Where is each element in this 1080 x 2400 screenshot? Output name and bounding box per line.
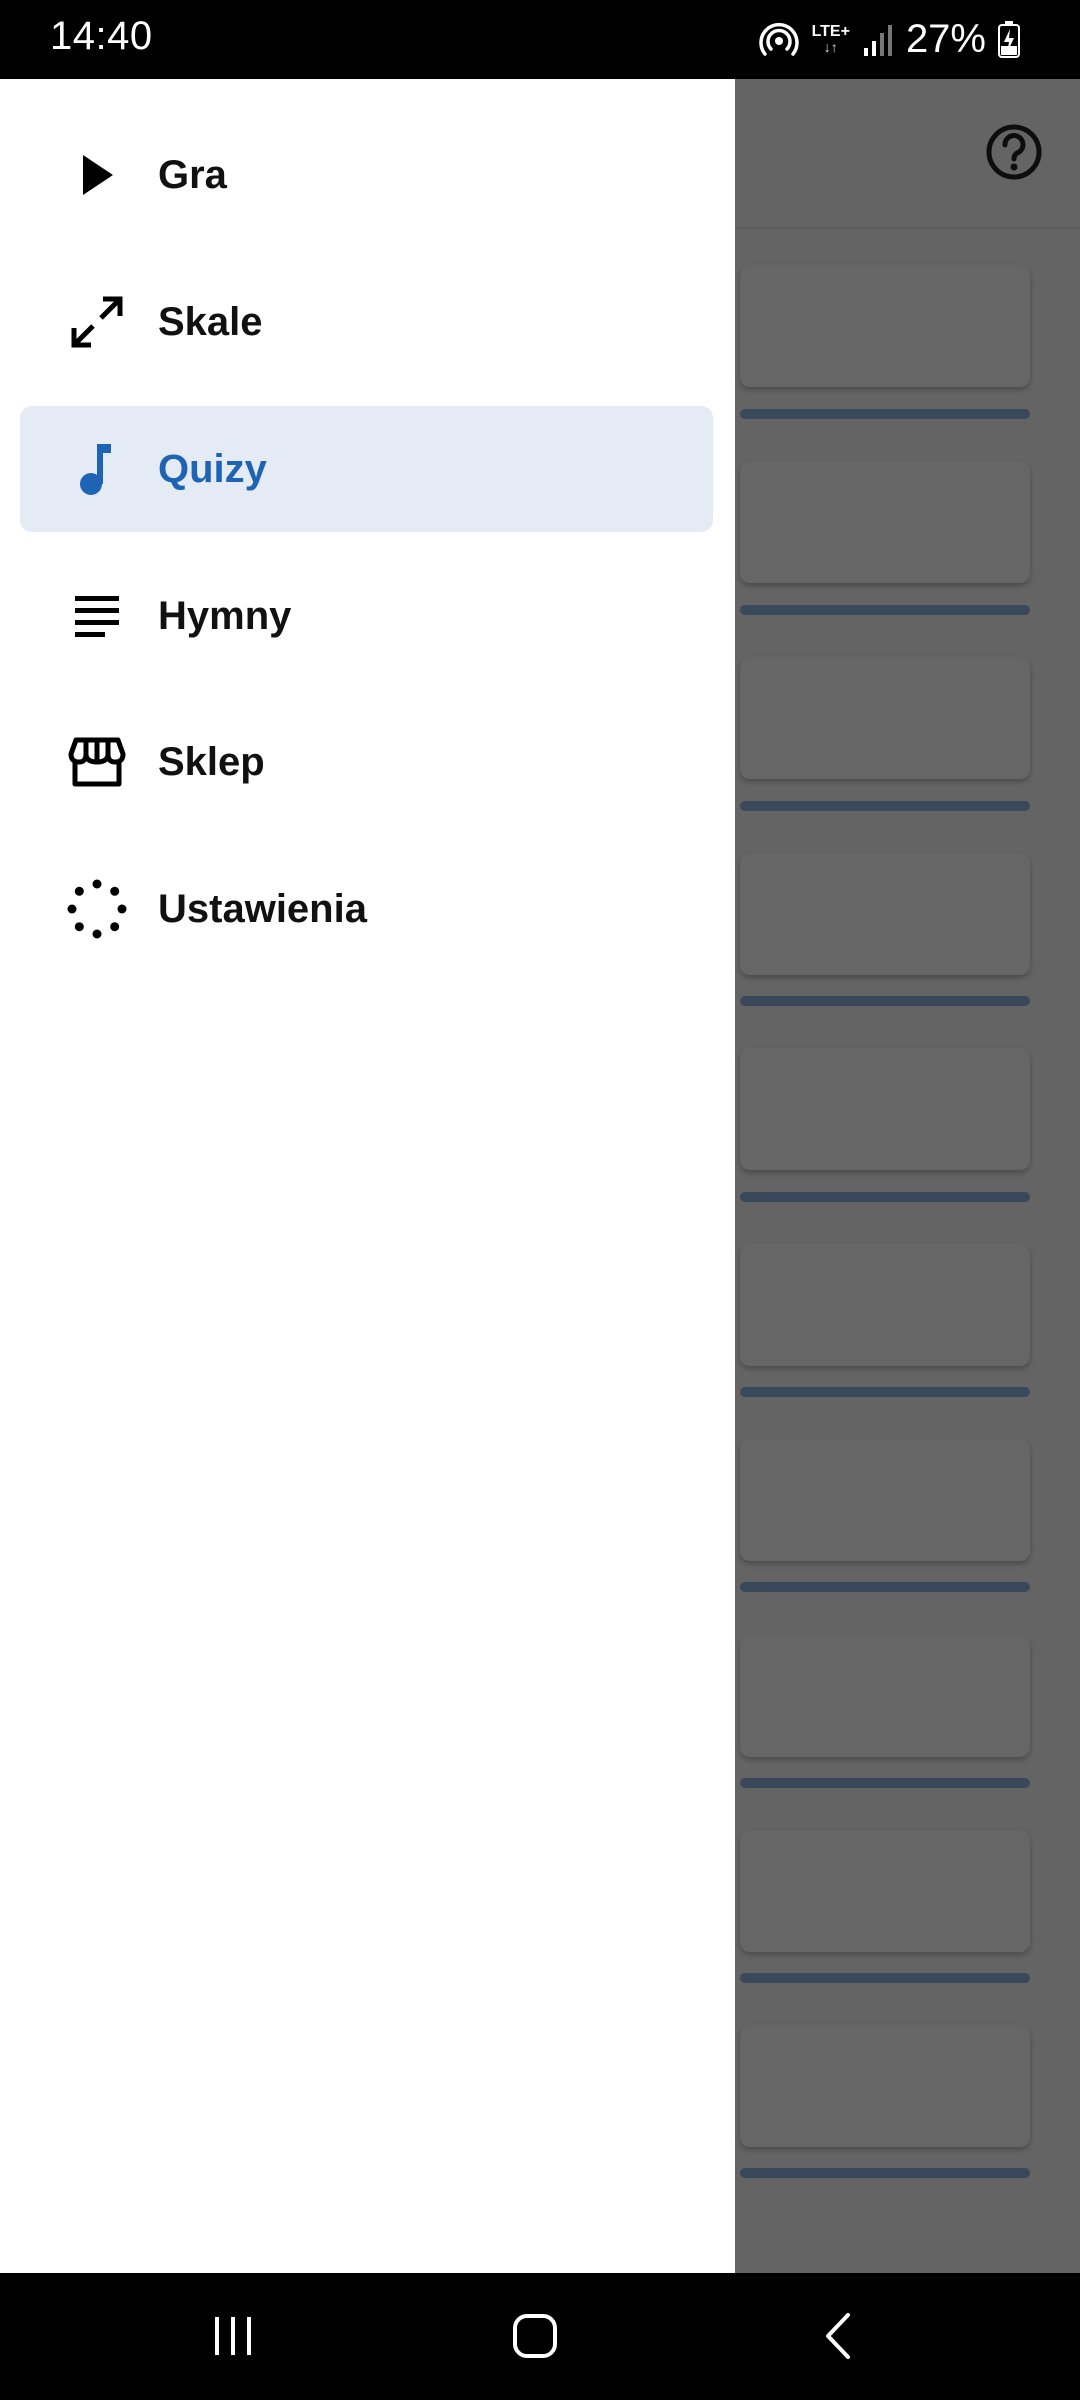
- drawer-item-skale[interactable]: Skale: [20, 259, 713, 385]
- network-type-label: LTE+: [811, 23, 850, 40]
- dotted-circle-icon: [62, 874, 132, 944]
- status-time: 14:40: [50, 14, 153, 58]
- system-navigation-bar: [0, 2273, 1080, 2400]
- home-icon[interactable]: [495, 2301, 575, 2371]
- drawer-item-quizy[interactable]: Quizy: [20, 406, 713, 532]
- drawer-item-label: Hymny: [158, 593, 292, 638]
- music-note-icon: [62, 434, 132, 504]
- drawer-item-sklep[interactable]: Sklep: [20, 699, 713, 825]
- back-icon[interactable]: [798, 2301, 878, 2371]
- drawer-item-hymny[interactable]: Hymny: [20, 553, 713, 679]
- expand-arrows-icon: [62, 287, 132, 357]
- network-type-indicator: LTE+ ↓↑: [811, 23, 850, 55]
- play-icon: [62, 140, 132, 210]
- store-icon: [62, 727, 132, 797]
- drawer-item-label: Gra: [158, 152, 227, 197]
- drawer-item-ustawienia[interactable]: Ustawienia: [20, 846, 713, 972]
- battery-charging-icon: [998, 20, 1020, 58]
- status-icons: LTE+ ↓↑ 27%: [758, 14, 1020, 64]
- battery-percentage: 27%: [905, 16, 986, 61]
- lines-icon: [62, 581, 132, 651]
- network-activity-arrows: ↓↑: [823, 39, 838, 55]
- signal-icon: [862, 22, 894, 56]
- drawer-item-label: Quizy: [158, 446, 267, 491]
- drawer-item-label: Skale: [158, 299, 263, 344]
- hotspot-icon: [758, 18, 800, 60]
- recents-icon[interactable]: [193, 2301, 273, 2371]
- drawer-item-label: Ustawienia: [158, 886, 367, 931]
- drawer-item-gra[interactable]: Gra: [20, 112, 713, 238]
- drawer-item-label: Sklep: [158, 739, 265, 784]
- navigation-drawer: Gra Skale Quizy Hymny Sklep Ustawienia: [0, 79, 735, 2273]
- status-bar: 14:40 LTE+ ↓↑ 27%: [0, 0, 1080, 79]
